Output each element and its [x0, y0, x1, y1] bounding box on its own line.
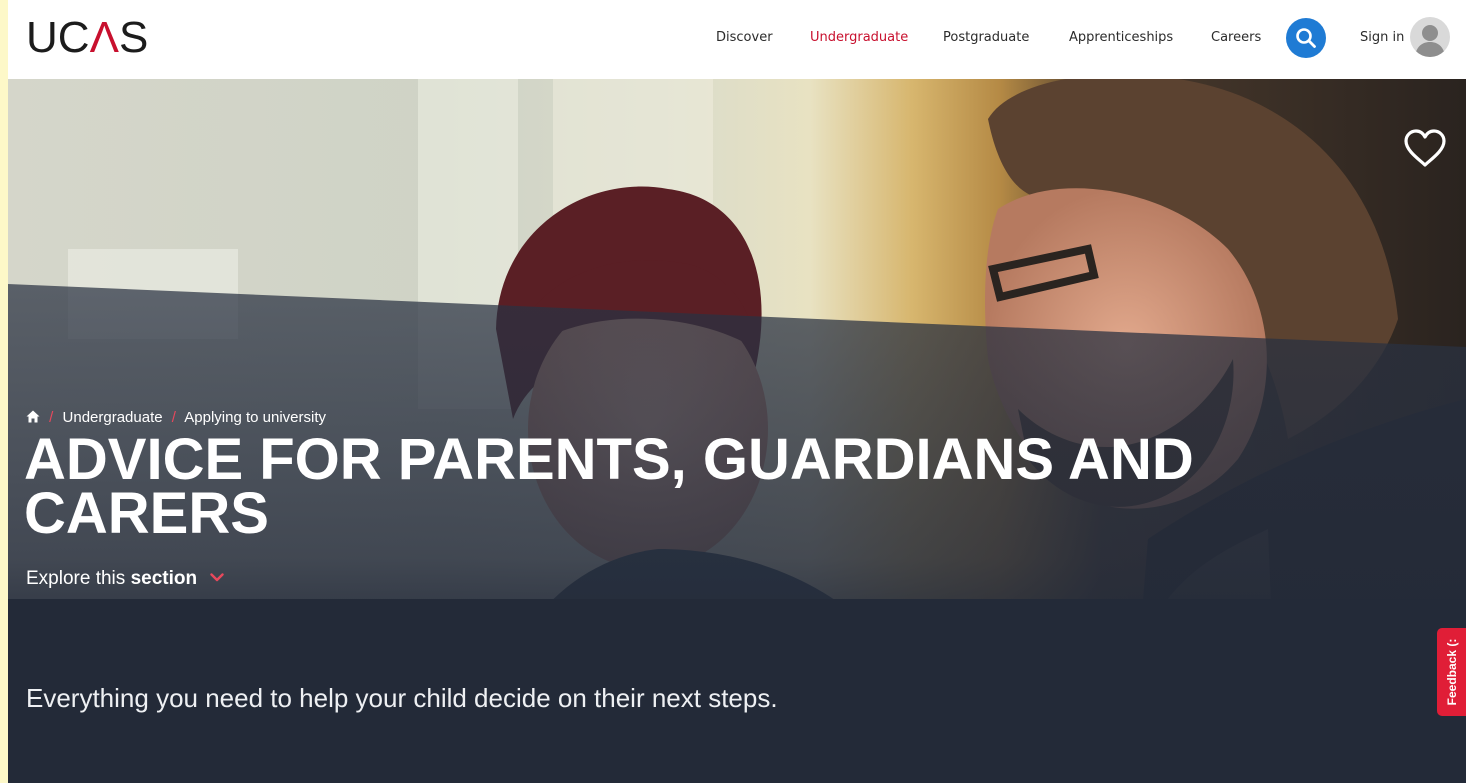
- breadcrumb-undergraduate[interactable]: Undergraduate: [63, 409, 163, 426]
- feedback-label: Feedback (:: [1444, 638, 1459, 706]
- breadcrumb-applying-to-university[interactable]: Applying to university: [184, 409, 326, 426]
- nav-careers[interactable]: Careers: [1211, 30, 1261, 45]
- heart-outline-icon[interactable]: [1402, 127, 1448, 169]
- search-icon: [1296, 28, 1316, 48]
- page-viewport: UCΛS Discover Undergraduate Postgraduate…: [8, 0, 1466, 783]
- site-header: UCΛS Discover Undergraduate Postgraduate…: [8, 0, 1466, 79]
- lead-text: Everything you need to help your child d…: [26, 683, 778, 713]
- nav-discover[interactable]: Discover: [716, 30, 773, 45]
- explore-section-toggle[interactable]: Explore this section: [26, 568, 225, 590]
- nav-apprenticeships[interactable]: Apprenticeships: [1069, 30, 1173, 45]
- nav-undergraduate[interactable]: Undergraduate: [810, 30, 908, 45]
- ucas-logo[interactable]: UCΛS: [26, 14, 148, 62]
- breadcrumb-separator: /: [171, 409, 176, 426]
- user-avatar-icon[interactable]: [1410, 17, 1450, 57]
- search-button[interactable]: [1286, 18, 1326, 58]
- breadcrumb-separator: /: [49, 409, 54, 426]
- sign-in-link[interactable]: Sign in: [1360, 30, 1404, 45]
- home-icon[interactable]: [26, 410, 40, 423]
- chevron-down-icon: [210, 573, 225, 582]
- explore-prefix: Explore this: [26, 568, 126, 589]
- explore-bold: section: [130, 568, 198, 589]
- breadcrumb: / Undergraduate / Applying to university: [26, 409, 326, 426]
- page-title: ADVICE FOR PARENTS, GUARDIANS AND CARERS: [24, 427, 1194, 546]
- nav-postgraduate[interactable]: Postgraduate: [943, 30, 1029, 45]
- feedback-tab[interactable]: Feedback (:: [1437, 628, 1466, 716]
